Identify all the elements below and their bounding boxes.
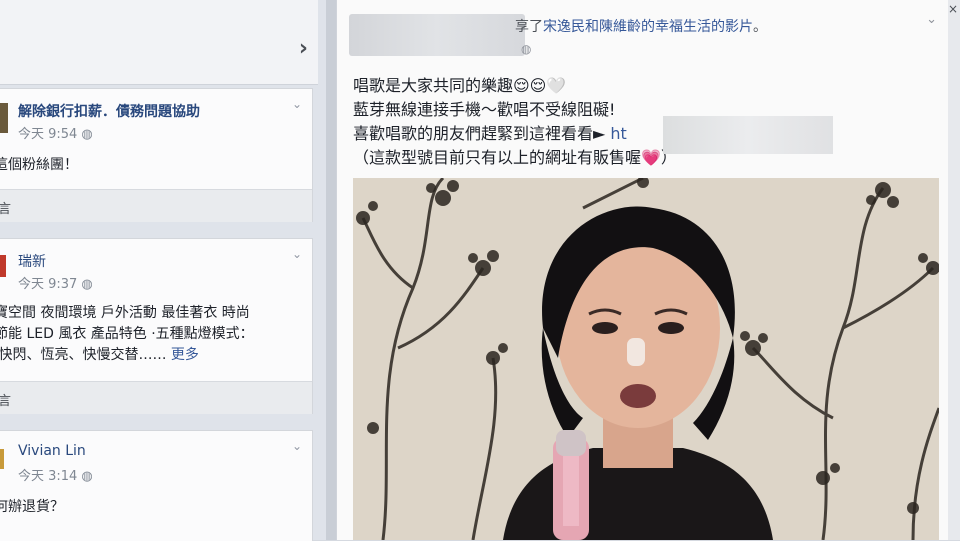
card-timestamp[interactable]: 今天 9:37 ◍ xyxy=(18,273,93,292)
blurred-author-name xyxy=(349,14,525,56)
card-body: 寶空間 夜間環境 戶外活動 最佳著衣 時尚 節能 LED 風衣 產品特色 ·五種… xyxy=(0,305,254,363)
main-post: 享了宋逸民和陳維齡的幸福生活的影片。 ◍ ⌄ 唱歌是大家共同的樂趣😌😌🤍 藍芽無… xyxy=(336,0,949,540)
card-footer: 言 xyxy=(0,381,312,414)
left-panel-header: › xyxy=(0,0,318,85)
globe-icon: ◍ xyxy=(81,277,93,292)
comment-link[interactable]: 言 xyxy=(0,198,11,217)
avatar[interactable] xyxy=(0,103,8,133)
feed-card: 解除銀行扣薪．債務問題協助 今天 9:54 ◍ ⌄ 這個粉絲團！ 言 xyxy=(0,88,313,222)
globe-icon: ◍ xyxy=(521,42,532,56)
close-icon[interactable]: × xyxy=(948,2,958,16)
chevron-right-icon[interactable]: › xyxy=(299,36,308,61)
column-divider xyxy=(326,0,336,540)
post-text: 唱歌是大家共同的樂趣😌😌🤍 藍芽無線連接手機～歡唱不受線阻礙! 喜歡唱歌的朋友們… xyxy=(353,76,677,167)
external-link[interactable]: ht xyxy=(610,124,626,143)
shared-video-link[interactable]: 宋逸民和陳維齡的幸福生活的影片 xyxy=(543,19,753,35)
see-more-link[interactable]: 更多 xyxy=(171,347,199,363)
chevron-down-icon[interactable]: ⌄ xyxy=(292,439,302,453)
avatar[interactable] xyxy=(0,449,4,469)
chevron-down-icon[interactable]: ⌄ xyxy=(292,97,302,111)
globe-icon: ◍ xyxy=(81,127,93,142)
post-headline: 享了宋逸民和陳維齡的幸福生活的影片。 xyxy=(515,19,767,35)
right-edge: × xyxy=(948,0,960,540)
globe-icon: ◍ xyxy=(81,469,93,484)
card-author-name[interactable]: 解除銀行扣薪．債務問題協助 xyxy=(18,101,200,121)
card-author-name[interactable]: 瑞新 xyxy=(18,251,46,271)
comment-link[interactable]: 言 xyxy=(0,390,11,409)
card-body: 這個粉絲團！ xyxy=(0,157,78,173)
chevron-down-icon[interactable]: ⌄ xyxy=(926,12,937,27)
left-feed-column: › 解除銀行扣薪．債務問題協助 今天 9:54 ◍ ⌄ 這個粉絲團！ 言 瑞新 今… xyxy=(0,0,326,541)
blurred-url xyxy=(663,116,833,154)
card-timestamp[interactable]: 今天 9:54 ◍ xyxy=(18,123,93,142)
card-timestamp[interactable]: 今天 3:14 ◍ xyxy=(18,465,93,484)
avatar[interactable] xyxy=(0,255,6,277)
chevron-down-icon[interactable]: ⌄ xyxy=(292,247,302,261)
feed-card: 瑞新 今天 9:37 ◍ ⌄ 寶空間 夜間環境 戶外活動 最佳著衣 時尚 節能 L… xyxy=(0,238,313,414)
video-player[interactable] xyxy=(353,178,939,540)
video-frame xyxy=(353,178,939,540)
card-body: 何辦退貨？ xyxy=(0,499,64,515)
feed-card: Vivian Lin 今天 3:14 ◍ ⌄ 何辦退貨？ xyxy=(0,430,313,541)
card-footer: 言 xyxy=(0,189,312,222)
card-author-name[interactable]: Vivian Lin xyxy=(18,443,86,459)
